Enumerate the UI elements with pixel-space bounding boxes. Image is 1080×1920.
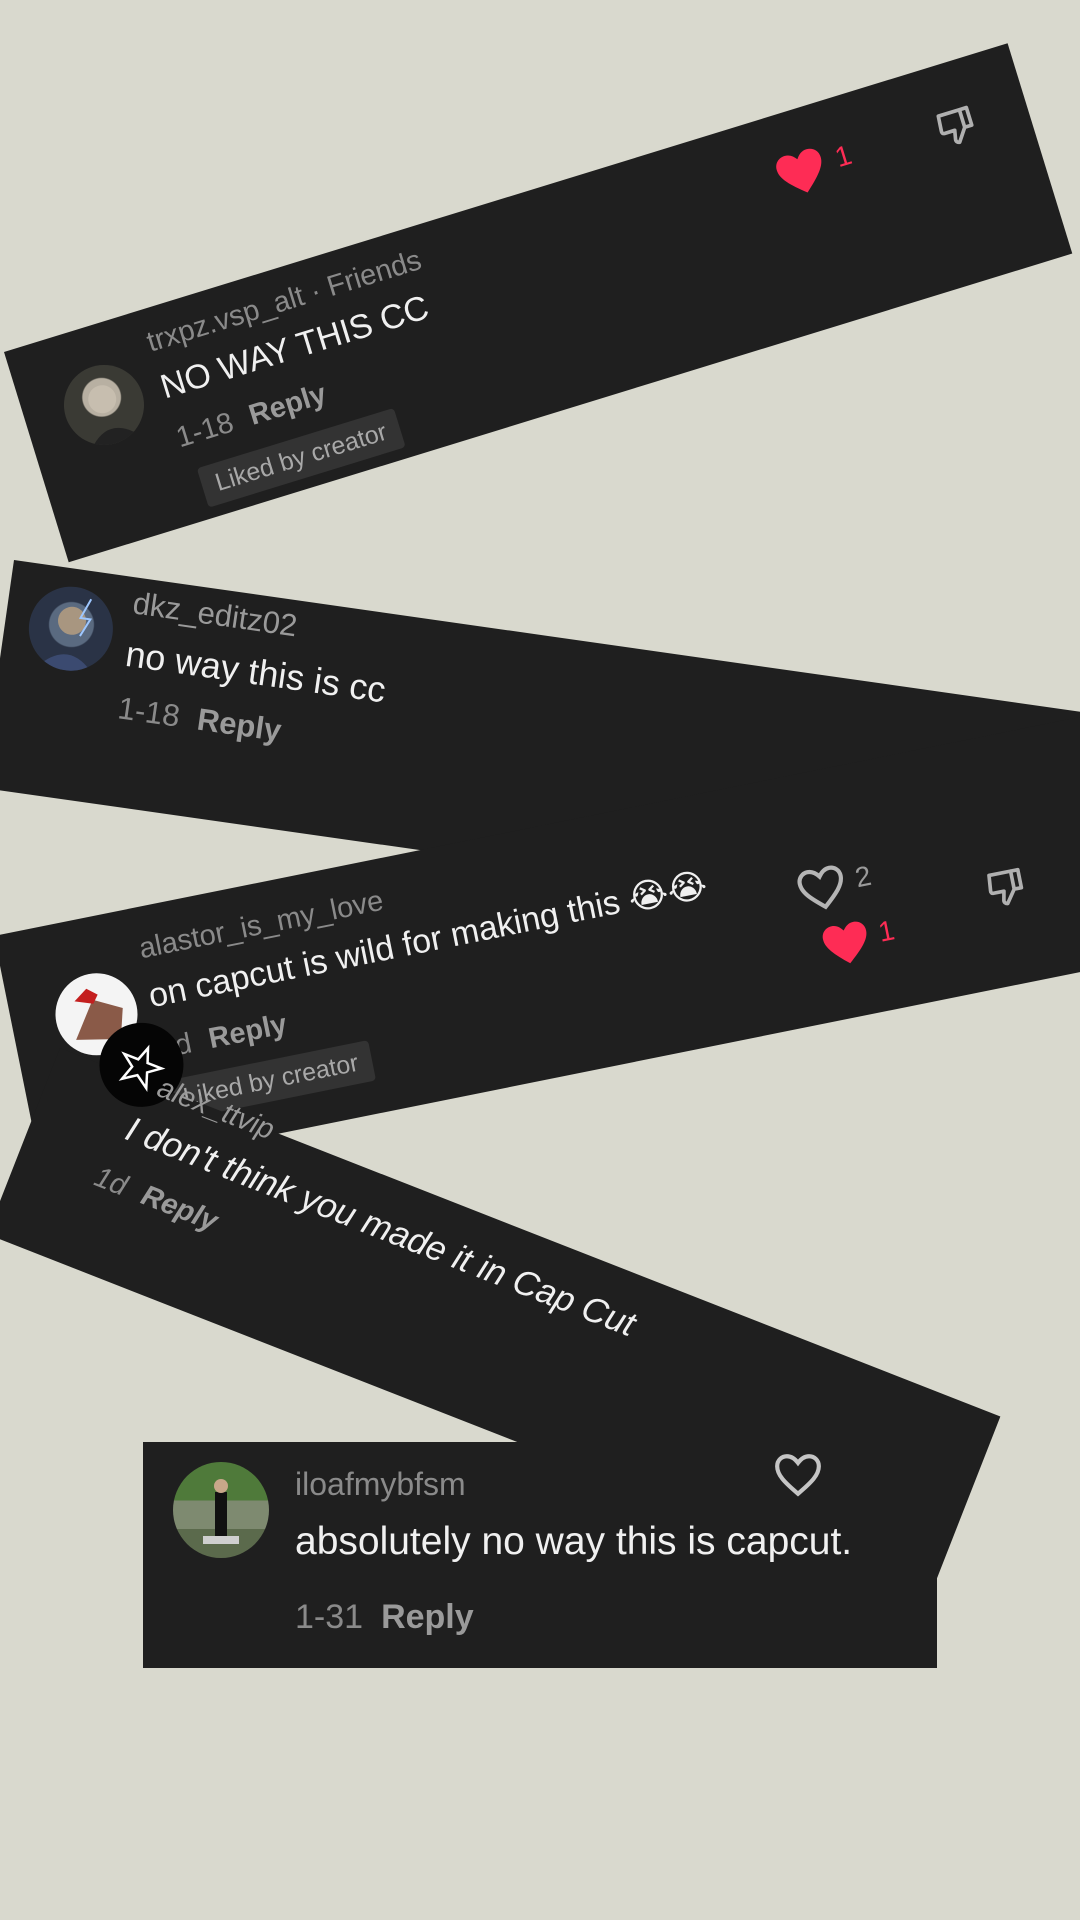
avatar[interactable]	[23, 581, 119, 677]
comment-date: 1d	[89, 1160, 132, 1203]
comment-card: iloafmybfsm absolutely no way this is ca…	[143, 1442, 937, 1668]
comment-meta: 1-31 Reply	[295, 1598, 474, 1637]
username[interactable]: dkz_editz02	[131, 585, 300, 644]
comment-date: 1-18	[115, 690, 183, 734]
creator-like-count: 1	[875, 914, 898, 948]
heart-outline-icon[interactable]	[793, 861, 851, 916]
reply-button[interactable]: Reply	[381, 1598, 474, 1636]
reply-button[interactable]: Reply	[137, 1179, 222, 1238]
reply-button[interactable]: Reply	[195, 702, 284, 749]
comment-text: absolutely no way this is capcut.	[295, 1520, 853, 1563]
comment-date: 1-18	[172, 406, 238, 455]
hero-icon	[37, 598, 93, 675]
heart-filled-icon[interactable]	[771, 143, 832, 202]
thumbs-down-icon[interactable]	[929, 98, 984, 153]
avatar[interactable]	[53, 354, 154, 455]
thumbs-down-icon[interactable]	[980, 861, 1032, 913]
person-standing-icon	[203, 1479, 239, 1544]
avatar[interactable]	[173, 1462, 269, 1558]
username[interactable]: iloafmybfsm	[295, 1466, 466, 1503]
comment-card: trxpz.vsp_alt · Friends NO WAY THIS CC 1…	[4, 43, 1073, 563]
heart-outline-icon[interactable]	[773, 1452, 823, 1498]
like-count: 1	[831, 138, 856, 174]
heart-filled-icon[interactable]	[818, 917, 874, 970]
comment-meta: 1-18 Reply	[116, 690, 284, 749]
comment-date: 1-31	[295, 1598, 364, 1636]
man-portrait-icon	[88, 385, 141, 451]
reply-button[interactable]: Reply	[245, 378, 330, 432]
like-count: 2	[852, 859, 874, 894]
reply-button[interactable]: Reply	[206, 1008, 290, 1055]
